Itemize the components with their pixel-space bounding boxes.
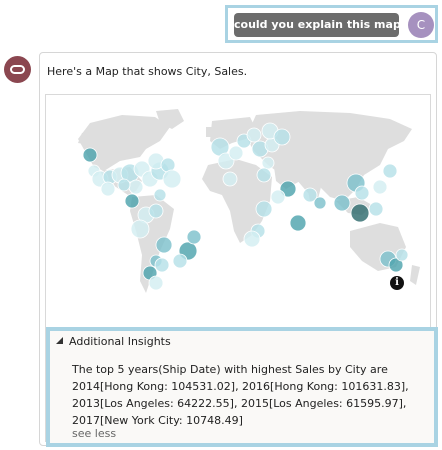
insights-line: 2014[Hong Kong: 104531.02], 2016[Hong Ko… [72,380,409,393]
city-bubble [130,219,150,239]
city-bubble [162,169,182,189]
city-bubble [372,179,388,195]
caret-down-icon [56,337,63,344]
city-bubble [382,163,398,179]
city-bubble [128,179,144,195]
insights-text: The top 5 years(Ship Date) with highest … [72,361,428,429]
bot-avatar [4,56,31,83]
map-visualization: i Additional Insights The top 5 years(Sh… [45,94,438,447]
city-bubble [243,230,261,248]
user-message-row: could you explain this map? C [225,5,438,43]
city-bubble [273,128,291,146]
user-avatar[interactable]: C [408,12,434,38]
city-bubble [354,185,370,201]
city-bubble [148,203,164,219]
insights-line: 2017[New York City: 10748.49] [72,414,243,427]
city-bubble [153,188,167,202]
oracle-logo-icon [10,65,25,74]
city-bubble [255,200,273,218]
bot-response-card: Here's a Map that shows City, Sales. i A… [39,52,438,447]
city-bubble [124,193,140,209]
info-icon[interactable]: i [390,276,404,290]
city-bubble [270,189,286,205]
city-bubble [368,201,384,217]
city-bubble [228,145,244,161]
city-bubble [261,156,275,170]
insights-line: The top 5 years(Ship Date) with highest … [72,363,388,376]
user-message-bubble: could you explain this map? [234,13,407,37]
city-bubble [313,196,327,210]
city-bubble [222,171,238,187]
city-bubble [289,214,307,232]
see-less-link[interactable]: see less [72,427,116,440]
city-bubble [148,275,164,291]
city-bubble [100,181,116,197]
additional-insights-panel: Additional Insights The top 5 years(Ship… [46,327,438,447]
city-bubble [154,257,170,273]
city-bubble [82,147,98,163]
bot-intro-text: Here's a Map that shows City, Sales. [47,65,248,78]
city-bubble [256,167,272,183]
city-bubble [186,229,202,245]
insights-title: Additional Insights [69,335,171,348]
city-bubble [117,178,131,192]
city-bubble [395,248,409,262]
city-bubble [333,194,351,212]
city-bubble [172,253,188,269]
city-bubble [155,236,173,254]
insights-line: 2013[Los Angeles: 64222.55], 2015[Los An… [72,397,407,410]
world-map[interactable] [60,105,420,305]
city-bubble [350,203,370,223]
city-bubble [246,127,262,143]
insights-toggle[interactable]: Additional Insights [56,335,171,348]
